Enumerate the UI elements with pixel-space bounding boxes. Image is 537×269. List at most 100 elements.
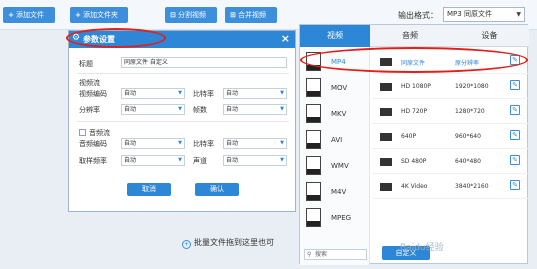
watermark: Baidu经验 bbox=[400, 243, 444, 253]
add-file-button[interactable]: + 添加文件 bbox=[3, 7, 55, 23]
quality-resolution: 640*480 bbox=[455, 158, 481, 165]
video-codec-select[interactable]: 自动 ▼ bbox=[121, 88, 185, 99]
audio-codec-value: 自动 bbox=[124, 140, 137, 147]
framerate-select[interactable]: 自动 ▼ bbox=[223, 104, 287, 115]
close-icon[interactable]: × bbox=[281, 32, 290, 45]
audio-section-heading: 音频流 bbox=[89, 129, 110, 137]
audio-bitrate-value: 自动 bbox=[226, 140, 239, 147]
channel-value: 自动 bbox=[226, 157, 239, 164]
format-item-m4v[interactable]: M4V bbox=[300, 179, 370, 205]
file-format-icon bbox=[306, 208, 321, 227]
audio-bitrate-label: 比特率 bbox=[193, 140, 214, 148]
quality-row-4k[interactable]: 4K Video 3840*2160 ✎ bbox=[372, 174, 528, 199]
audio-codec-label: 音频编码 bbox=[79, 140, 107, 148]
framerate-label: 帧数 bbox=[193, 106, 207, 114]
film-icon bbox=[380, 158, 392, 166]
resolution-label: 分辨率 bbox=[79, 106, 100, 114]
tab-video[interactable]: 视频 bbox=[300, 25, 370, 47]
info-icon: + bbox=[182, 240, 191, 249]
sample-rate-label: 取样频率 bbox=[79, 157, 107, 165]
quality-resolution: 960*640 bbox=[455, 133, 481, 140]
parameter-settings-dialog: ⚙ 参数设置 × 标题 同原文件 自定义 视频流 视频编码 自动 ▼ 比特率 自动… bbox=[68, 30, 296, 212]
quality-row-480p[interactable]: SD 480P 640*480 ✎ bbox=[372, 149, 528, 174]
channel-select[interactable]: 自动 ▼ bbox=[223, 155, 287, 166]
bitrate-select[interactable]: 自动 ▼ bbox=[223, 88, 287, 99]
audio-bitrate-select[interactable]: 自动 ▼ bbox=[223, 138, 287, 149]
resolution-value: 自动 bbox=[124, 106, 137, 113]
chevron-down-icon: ▼ bbox=[280, 157, 284, 163]
tab-audio[interactable]: 音频 bbox=[370, 25, 450, 47]
add-file-label: 添加文件 bbox=[16, 11, 44, 19]
file-format-icon bbox=[306, 156, 321, 175]
search-icon: ⚲ bbox=[307, 251, 312, 258]
format-item-wmv[interactable]: WMV bbox=[300, 153, 370, 179]
title-label: 标题 bbox=[79, 60, 93, 68]
quality-name: HD 1080P bbox=[401, 83, 431, 90]
output-format-select[interactable]: MP3 同原文件 ▼ bbox=[443, 7, 525, 22]
audio-checkbox[interactable] bbox=[79, 129, 86, 136]
merge-video-button[interactable]: ⊞ 合并视频 bbox=[225, 7, 277, 23]
quality-name: 640P bbox=[401, 133, 417, 140]
format-label: M4V bbox=[331, 188, 347, 196]
chevron-down-icon: ▼ bbox=[178, 157, 182, 163]
format-item-avi[interactable]: AVI bbox=[300, 127, 370, 153]
quality-name: SD 480P bbox=[401, 158, 427, 165]
sample-rate-value: 自动 bbox=[124, 157, 137, 164]
chevron-down-icon: ▼ bbox=[178, 140, 182, 146]
film-icon bbox=[380, 108, 392, 116]
chevron-down-icon: ▼ bbox=[178, 90, 182, 96]
film-icon bbox=[380, 83, 392, 91]
quality-row-720p[interactable]: HD 720P 1280*720 ✎ bbox=[372, 99, 528, 124]
format-label: MOV bbox=[331, 84, 348, 92]
quality-name: HD 720P bbox=[401, 108, 428, 115]
quality-resolution: 1920*1080 bbox=[455, 83, 489, 90]
bitrate-value: 自动 bbox=[226, 90, 239, 97]
split-video-button[interactable]: ⊟ 分割视频 bbox=[165, 7, 217, 23]
add-folder-button[interactable]: + 添加文件夹 bbox=[70, 7, 128, 23]
format-item-mkv[interactable]: MKV bbox=[300, 101, 370, 127]
format-item-mov[interactable]: MOV bbox=[300, 75, 370, 101]
format-item-mpeg[interactable]: MPEG bbox=[300, 205, 370, 231]
quality-row-640p[interactable]: 640P 960*640 ✎ bbox=[372, 124, 528, 149]
file-format-icon bbox=[306, 104, 321, 123]
add-folder-label: 添加文件夹 bbox=[83, 11, 118, 19]
search-placeholder: 搜索 bbox=[315, 251, 328, 258]
divider bbox=[77, 121, 289, 122]
sample-rate-select[interactable]: 自动 ▼ bbox=[121, 155, 185, 166]
merge-icon: ⊞ bbox=[230, 11, 236, 19]
edit-icon[interactable]: ✎ bbox=[510, 105, 520, 115]
chevron-down-icon: ▼ bbox=[178, 106, 182, 112]
chevron-down-icon: ▼ bbox=[280, 140, 284, 146]
split-icon: ⊟ bbox=[170, 11, 176, 19]
format-label: MPEG bbox=[331, 214, 352, 222]
output-format-value: MP3 同原文件 bbox=[447, 10, 492, 18]
edit-icon[interactable]: ✎ bbox=[510, 130, 520, 140]
resolution-select[interactable]: 自动 ▼ bbox=[121, 104, 185, 115]
channel-label: 声道 bbox=[193, 157, 207, 165]
chevron-down-icon: ▼ bbox=[280, 106, 284, 112]
format-label: MKV bbox=[331, 110, 347, 118]
quality-resolution: 1280*720 bbox=[455, 108, 485, 115]
highlight-oval bbox=[66, 28, 166, 48]
edit-icon[interactable]: ✎ bbox=[510, 155, 520, 165]
quality-name: 4K Video bbox=[401, 183, 428, 190]
cancel-button[interactable]: 取消 bbox=[127, 183, 171, 196]
output-format-label: 输出格式： bbox=[398, 11, 438, 20]
quality-row-1080p[interactable]: HD 1080P 1920*1080 ✎ bbox=[372, 74, 528, 99]
edit-icon[interactable]: ✎ bbox=[510, 180, 520, 190]
audio-codec-select[interactable]: 自动 ▼ bbox=[121, 138, 185, 149]
bitrate-label: 比特率 bbox=[193, 90, 214, 98]
confirm-button[interactable]: 确认 bbox=[195, 183, 239, 196]
format-label: WMV bbox=[331, 162, 349, 170]
video-section-heading: 视频流 bbox=[79, 79, 100, 87]
tab-device[interactable]: 设备 bbox=[450, 25, 529, 47]
drop-hint: + 批量文件拖到这里也可 bbox=[182, 237, 274, 249]
format-search-input[interactable]: ⚲ 搜索 bbox=[304, 249, 367, 260]
video-codec-label: 视频编码 bbox=[79, 90, 107, 98]
edit-icon[interactable]: ✎ bbox=[510, 80, 520, 90]
title-input[interactable]: 同原文件 自定义 bbox=[121, 57, 287, 68]
title-value: 同原文件 自定义 bbox=[124, 59, 168, 66]
merge-video-label: 合并视频 bbox=[238, 11, 266, 19]
format-list: MP4 MOV MKV AVI WMV M4V MPEG bbox=[300, 47, 370, 265]
plus-icon: + bbox=[75, 11, 81, 19]
